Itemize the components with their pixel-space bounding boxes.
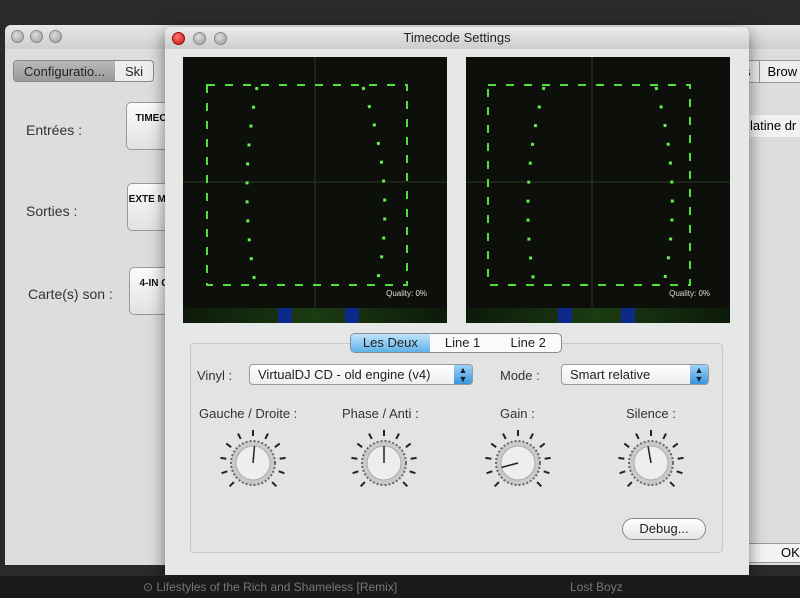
debug-button[interactable]: Debug... [622,518,706,540]
line-selector: Les Deux Line 1 Line 2 [350,333,562,353]
signal-marker [278,308,292,323]
tab-browser[interactable]: Brow [758,61,800,82]
mode-select[interactable]: Smart relative ▲ ▼ [561,364,709,385]
scope-left-plot [183,57,447,307]
signal-bar [183,308,447,323]
phase-label: Phase / Anti : [342,406,419,421]
vinyl-value: VirtualDJ CD - old engine (v4) [258,367,431,382]
signal-bar [466,308,730,323]
minimize-button[interactable] [193,32,206,45]
track-artist: Lost Boyz [570,580,623,594]
mode-label: Mode : [500,368,540,383]
gain-knob[interactable] [483,428,553,498]
balance-label: Gauche / Droite : [199,406,298,421]
updown-arrows-icon: ▲ ▼ [690,365,708,384]
vinyl-select[interactable]: VirtualDJ CD - old engine (v4) ▲ ▼ [249,364,473,385]
close-button[interactable] [172,32,185,45]
soundcard-label: Carte(s) son : [28,286,113,302]
close-button[interactable] [11,30,24,43]
balance-knob[interactable] [218,428,288,498]
track-list-bar: ⊙ Lifestyles of the Rich and Shameless [… [0,576,800,598]
mode-value: Smart relative [570,367,651,382]
dialog-title-bar: Timecode Settings [165,27,749,49]
dialog-title: Timecode Settings [403,30,511,45]
scope-right-plot [466,57,730,307]
minimize-button[interactable] [30,30,43,43]
signal-marker [345,308,359,323]
scope-right: Quality: 0% [466,57,730,323]
tab-skins[interactable]: Ski [115,61,153,81]
config-tabs: Configuratio... Ski [13,60,154,82]
scope-left: Quality: 0% [183,57,447,323]
timecode-settings-dialog: Timecode Settings Quality: 0% Quality: 0… [165,27,749,575]
silence-label: Silence : [626,406,676,421]
updown-arrows-icon: ▲ ▼ [454,365,472,384]
tab-line-1[interactable]: Line 1 [430,334,496,352]
ok-button[interactable]: OK [740,543,800,563]
signal-marker [621,308,635,323]
gain-label: Gain : [500,406,535,421]
zoom-button[interactable] [49,30,62,43]
vinyl-label: Vinyl : [197,368,233,383]
zoom-button[interactable] [214,32,227,45]
track-title: ⊙ Lifestyles of the Rich and Shameless [… [143,580,398,594]
signal-marker [558,308,572,323]
tab-configuration[interactable]: Configuratio... [14,61,115,81]
quality-readout: Quality: 0% [669,289,710,298]
tab-line-2[interactable]: Line 2 [495,334,561,352]
deck-field[interactable]: latine dr [745,115,800,137]
inputs-label: Entrées : [26,122,83,138]
quality-readout: Quality: 0% [386,289,427,298]
phase-knob[interactable] [349,428,419,498]
silence-knob[interactable] [616,428,686,498]
outputs-label: Sorties : [26,203,78,219]
tab-les-deux[interactable]: Les Deux [351,334,430,352]
